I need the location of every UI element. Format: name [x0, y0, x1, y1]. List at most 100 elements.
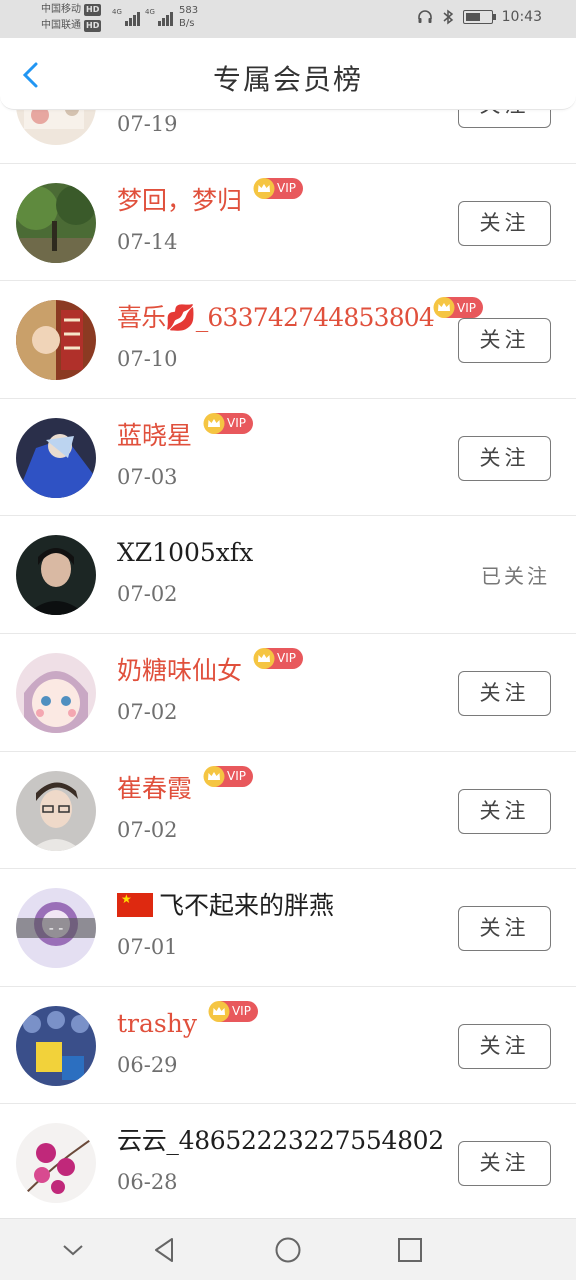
member-name: 喜乐💋_633742744853804	[117, 303, 435, 333]
member-date: 07-14	[117, 229, 178, 254]
vip-badge: VIP	[203, 765, 253, 787]
triangle-back-icon[interactable]	[150, 1235, 180, 1265]
member-date: 07-02	[117, 817, 178, 842]
member-date: 07-19	[117, 112, 178, 136]
hd-badge: HD	[84, 4, 102, 16]
signal-icon: 4G	[112, 8, 140, 26]
list-item[interactable]: 梦回，梦归 VIP 07-14 关注	[0, 164, 576, 282]
network-type: 4G	[145, 8, 155, 16]
member-name: 奶糖味仙女	[117, 655, 243, 685]
member-name-line: 喜乐💋_633742744853804 VIP	[117, 297, 483, 335]
list-item[interactable]: 崔春霞 VIP 07-02 关注	[0, 752, 576, 870]
crown-icon	[253, 177, 275, 199]
avatar[interactable]	[16, 417, 96, 498]
system-nav-bar	[0, 1218, 576, 1280]
avatar[interactable]	[16, 300, 96, 381]
member-name-line: XZ1005xfx	[117, 536, 253, 570]
follow-button[interactable]: 关注	[458, 200, 551, 246]
member-name: 崔春霞	[117, 773, 193, 803]
square-recent-icon[interactable]	[395, 1235, 425, 1265]
vip-badge: VIP	[253, 647, 303, 669]
circle-home-icon[interactable]	[273, 1235, 303, 1265]
follow-button[interactable]: 关注	[458, 788, 551, 834]
member-name-line: 奶糖味仙女 VIP	[117, 647, 303, 688]
list-item[interactable]: XZ1005xfx 07-02 已关注	[0, 516, 576, 634]
crown-icon	[208, 1000, 230, 1022]
member-date: 07-02	[117, 699, 178, 724]
list-item[interactable]: 蓝晓星 VIP 07-03 关注	[0, 399, 576, 517]
speed-value: 583	[179, 5, 199, 16]
member-name-line: 云云_48652223227554802	[117, 1124, 444, 1158]
list-item[interactable]: 奶糖味仙女 VIP 07-02 关注	[0, 634, 576, 752]
clock: 10:43	[501, 9, 542, 25]
list-item[interactable]: 云云_48652223227554802 06-28 关注	[0, 1104, 576, 1222]
carrier-1: 中国移动 HD	[41, 4, 102, 16]
list-item[interactable]: trashy VIP 06-29 关注	[0, 987, 576, 1105]
vip-badge: VIP	[433, 297, 483, 319]
member-name: 梦回，梦归	[117, 185, 243, 215]
avatar[interactable]	[16, 1123, 96, 1204]
member-date: 07-01	[117, 935, 178, 960]
member-name-line: 崔春霞 VIP	[117, 765, 253, 806]
vip-label: VIP	[231, 1004, 251, 1019]
avatar[interactable]	[16, 1005, 96, 1086]
avatar[interactable]	[16, 652, 96, 733]
crown-icon	[203, 765, 225, 787]
carrier-2: 中国联通 HD	[41, 20, 102, 32]
avatar[interactable]	[16, 535, 96, 616]
member-name: 飞不起来的胖燕	[159, 891, 335, 921]
member-name: XZ1005xfx	[117, 538, 254, 568]
followed-status[interactable]: 已关注	[481, 560, 550, 589]
member-date: 07-10	[117, 347, 178, 372]
vip-badge: VIP	[208, 1000, 258, 1022]
member-name-line: 蓝晓星 VIP	[117, 412, 253, 453]
chevron-down-icon[interactable]	[58, 1235, 88, 1265]
member-name-line: 梦回，梦归 VIP	[117, 177, 303, 218]
status-icons: 10:43	[417, 9, 542, 25]
list-item[interactable]: 喜乐💋_633742744853804 VIP 07-10 关注	[0, 281, 576, 399]
member-name: 云云_48652223227554802	[117, 1126, 444, 1156]
follow-button[interactable]: 关注	[458, 906, 551, 952]
bluetooth-icon	[443, 9, 453, 25]
member-name: 蓝晓星	[117, 420, 193, 450]
vip-label: VIP	[457, 300, 476, 315]
page-header: 专属会员榜	[0, 38, 576, 110]
member-date: 07-03	[117, 464, 178, 489]
follow-button[interactable]: 关注	[458, 1141, 551, 1187]
member-name-line: trashy VIP	[117, 1000, 258, 1041]
carrier-2-name: 中国联通	[41, 20, 81, 31]
network-type: 4G	[112, 8, 122, 16]
crown-icon	[433, 297, 455, 319]
avatar[interactable]	[16, 182, 96, 263]
member-date: 06-28	[117, 1170, 178, 1195]
vip-label: VIP	[227, 416, 246, 431]
network-speed: 583 B/s	[179, 4, 198, 30]
follow-button[interactable]: 关注	[458, 670, 551, 716]
speed-unit: B/s	[179, 18, 195, 29]
follow-button[interactable]: 关注	[458, 318, 551, 364]
crown-icon	[253, 647, 275, 669]
status-bar: 中国移动 HD 中国联通 HD 4G 4G 583 B/s 10:43	[0, 0, 576, 38]
china-flag-icon	[117, 892, 153, 918]
vip-badge: VIP	[203, 412, 253, 434]
avatar[interactable]: - -	[16, 888, 96, 969]
vip-label: VIP	[277, 651, 296, 666]
signal-icon: 4G	[145, 8, 173, 26]
avatar[interactable]	[16, 770, 96, 851]
list-item[interactable]: - - 飞不起来的胖燕 07-01 关注	[0, 869, 576, 987]
vip-label: VIP	[227, 769, 246, 784]
page-title: 专属会员榜	[212, 63, 363, 96]
battery-icon	[462, 10, 496, 24]
member-name: trashy	[117, 1008, 197, 1038]
svg-text:- -: - -	[49, 921, 64, 937]
member-date: 06-29	[117, 1052, 178, 1077]
headphones-icon	[417, 10, 432, 23]
carrier-1-name: 中国移动	[41, 4, 81, 15]
vip-badge: VIP	[253, 177, 303, 199]
crown-icon	[203, 412, 225, 434]
member-name-line: 飞不起来的胖燕	[117, 889, 334, 923]
member-list: 07-19 关注 梦回，梦归 VIP 07-14 关注 喜乐💋_633742744…	[0, 46, 576, 1222]
hd-badge: HD	[84, 20, 102, 32]
follow-button[interactable]: 关注	[458, 435, 551, 481]
follow-button[interactable]: 关注	[458, 1023, 551, 1069]
